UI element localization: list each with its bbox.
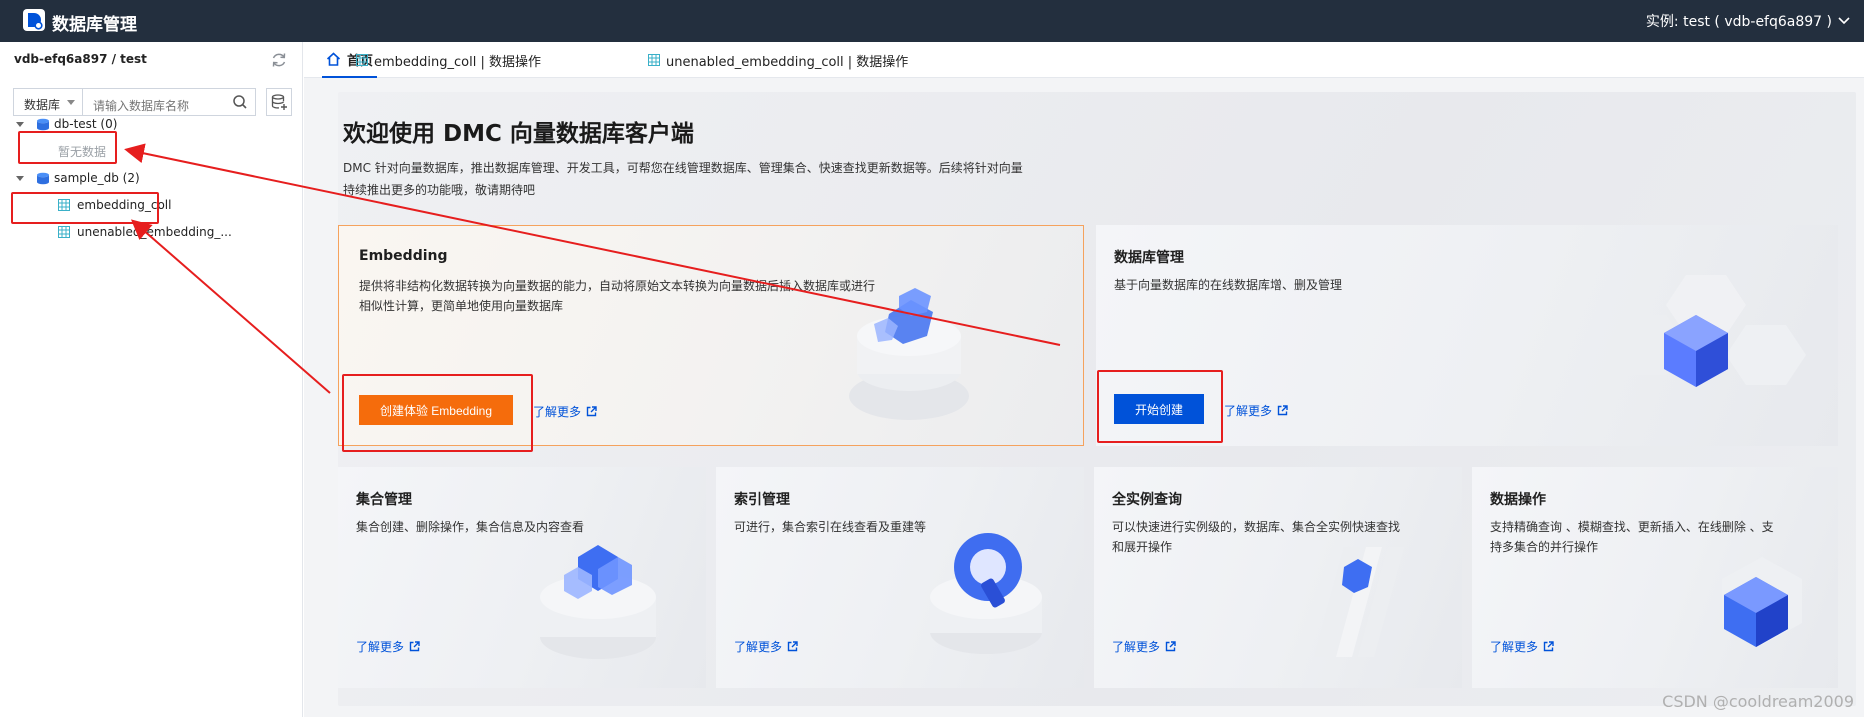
chevron-down-icon: [1838, 17, 1850, 25]
welcome-description: DMC 针对向量数据库，推出数据库管理、开发工具，可帮您在线管理数据库、管理集合…: [343, 157, 1033, 201]
learn-more-link[interactable]: 了解更多: [1224, 402, 1288, 419]
learn-more-label: 了解更多: [1112, 640, 1161, 654]
caret-down-icon[interactable]: [16, 175, 24, 181]
tab-label: unenabled_embedding_coll | 数据操作: [666, 54, 909, 70]
caret-down-icon: [67, 100, 75, 105]
refresh-icon[interactable]: [270, 51, 288, 69]
external-link-icon: [1543, 641, 1554, 652]
table-icon: [58, 199, 70, 211]
create-embedding-button[interactable]: 创建体验 Embedding: [359, 395, 513, 425]
card-description: 可以快速进行实例级的，数据库、集合全实例快速查找 和展开操作: [1112, 517, 1412, 557]
instance-path: vdb-efq6a897 / test: [14, 52, 147, 66]
cube-illustration-icon: [1722, 557, 1802, 647]
tree-node-sample-db[interactable]: sample_db (2): [16, 167, 140, 189]
index-manage-card: 索引管理 可进行，集合索引在线查看及重建等 了解更多: [716, 467, 1084, 688]
learn-more-link[interactable]: 了解更多: [533, 403, 597, 420]
external-link-icon: [409, 641, 420, 652]
card-desc-line: 支持精确查询 、模糊查找、更新插入、在线删除 、支: [1490, 520, 1774, 534]
database-manage-card: 数据库管理 基于向量数据库的在线数据库增、删及管理 开始创建 了解更多: [1096, 225, 1838, 446]
card-desc-line: 提供将非结构化数据转换为向量数据的能力，自动将原始文本转换为向量数据后插入数据库…: [359, 279, 876, 293]
table-icon: [58, 226, 70, 238]
table-icon: [356, 54, 368, 66]
search-icon[interactable]: [232, 94, 248, 110]
tree-node-label: db-test (0): [54, 117, 118, 131]
table-icon: [648, 54, 660, 66]
database-search-input[interactable]: [82, 88, 256, 116]
sidebar: vdb-efq6a897 / test 数据库 db-test (0) 暂无数据: [0, 42, 303, 717]
external-link-icon: [787, 641, 798, 652]
learn-more-link[interactable]: 了解更多: [1112, 638, 1176, 655]
welcome-desc-line: DMC 针对向量数据库，推出数据库管理、开发工具，可帮您在线管理数据库、管理集合…: [343, 161, 1023, 175]
tree-empty-text: 暂无数据: [58, 144, 107, 159]
card-title: 集合管理: [356, 492, 412, 508]
add-database-icon: [271, 94, 287, 110]
database-icon: [37, 172, 49, 184]
tab-embedding-coll[interactable]: embedding_coll | 数据操作: [356, 42, 541, 78]
card-title: 数据库管理: [1114, 250, 1184, 266]
tree-node-label: sample_db (2): [54, 171, 140, 185]
watermark: CSDN @cooldream2009: [1662, 692, 1854, 711]
card-desc-line: 和展开操作: [1112, 540, 1173, 554]
external-link-icon: [1277, 405, 1288, 416]
tree-node-embedding-coll[interactable]: embedding_coll: [58, 194, 171, 216]
card-description: 提供将非结构化数据转换为向量数据的能力，自动将原始文本转换为向量数据后插入数据库…: [359, 276, 919, 316]
home-icon: [326, 52, 341, 66]
top-bar: 数据库管理 实例: test ( vdb-efq6a897 ): [0, 0, 1864, 42]
data-operation-card: 数据操作 支持精确查询 、模糊查找、更新插入、在线删除 、支 持多集合的并行操作…: [1472, 467, 1838, 688]
card-desc-line: 相似性计算，更简单地使用向量数据库: [359, 299, 564, 313]
learn-more-label: 了解更多: [1490, 640, 1539, 654]
learn-more-link[interactable]: 了解更多: [734, 638, 798, 655]
card-desc-line: 持多集合的并行操作: [1490, 540, 1599, 554]
learn-more-label: 了解更多: [356, 640, 405, 654]
tab-bar: 首页 embedding_coll | 数据操作 unenabled_embed…: [304, 42, 1864, 78]
learn-more-label: 了解更多: [1224, 404, 1273, 418]
card-desc-line: 可以快速进行实例级的，数据库、集合全实例快速查找: [1112, 520, 1401, 534]
collection-illustration-icon: [540, 545, 656, 659]
add-database-button[interactable]: [266, 88, 292, 116]
external-link-icon: [1165, 641, 1176, 652]
card-description: 基于向量数据库的在线数据库增、删及管理: [1114, 278, 1343, 292]
tree-node-label: unenabled_embedding_...: [77, 225, 232, 239]
start-create-button[interactable]: 开始创建: [1114, 394, 1204, 424]
cube-illustration-icon: [1606, 275, 1806, 387]
collection-manage-card: 集合管理 集合创建、删除操作，集合信息及内容查看 了解更多: [338, 467, 706, 688]
instance-label: 实例: test ( vdb-efq6a897 ): [1645, 14, 1832, 30]
object-type-select[interactable]: 数据库: [13, 88, 82, 116]
tab-label: embedding_coll | 数据操作: [374, 54, 541, 70]
tree-node-db-test[interactable]: db-test (0): [16, 113, 117, 135]
card-description: 集合创建、删除操作，集合信息及内容查看: [356, 520, 585, 534]
app-title: 数据库管理: [52, 15, 137, 35]
index-ring-illustration-icon: [930, 533, 1042, 654]
learn-more-link[interactable]: 了解更多: [356, 638, 420, 655]
instance-selector[interactable]: 实例: test ( vdb-efq6a897 ): [1646, 11, 1850, 31]
embedding-card: Embedding 提供将非结构化数据转换为向量数据的能力，自动将原始文本转换为…: [338, 225, 1084, 446]
tab-unenabled-embedding-coll[interactable]: unenabled_embedding_coll | 数据操作: [648, 42, 908, 78]
welcome-desc-line: 持续推出更多的功能哦，敬请期待吧: [343, 183, 536, 197]
learn-more-label: 了解更多: [734, 640, 783, 654]
card-title: 索引管理: [734, 492, 790, 508]
database-icon: [37, 118, 49, 130]
card-title: 数据操作: [1490, 492, 1546, 508]
card-title: Embedding: [359, 248, 448, 264]
card-description: 支持精确查询 、模糊查找、更新插入、在线删除 、支 持多集合的并行操作: [1490, 517, 1790, 557]
learn-more-label: 了解更多: [533, 405, 582, 419]
tree-node-unenabled-embedding[interactable]: unenabled_embedding_...: [58, 221, 232, 243]
app-logo-icon: [23, 9, 45, 31]
external-link-icon: [586, 406, 597, 417]
caret-down-icon[interactable]: [16, 121, 24, 127]
learn-more-link[interactable]: 了解更多: [1490, 638, 1554, 655]
card-title: 全实例查询: [1112, 492, 1182, 508]
object-type-value: 数据库: [24, 98, 61, 112]
instance-query-card: 全实例查询 可以快速进行实例级的，数据库、集合全实例快速查找 和展开操作 了解更…: [1094, 467, 1462, 688]
card-description: 可进行，集合索引在线查看及重建等: [734, 520, 927, 534]
welcome-title: 欢迎使用 DMC 向量数据库客户端: [343, 121, 694, 147]
tree-node-label: embedding_coll: [77, 198, 172, 212]
